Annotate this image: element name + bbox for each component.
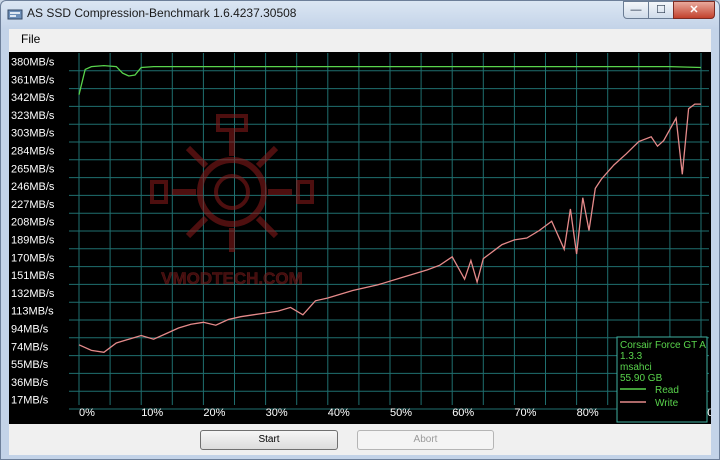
y-tick-label: 323MB/s <box>11 110 55 122</box>
x-tick-label: 70% <box>514 407 536 419</box>
maximize-button[interactable]: ☐ <box>648 1 674 19</box>
y-tick-label: 17MB/s <box>11 395 49 407</box>
legend-driver: msahci <box>620 362 652 373</box>
start-button[interactable]: Start <box>200 430 338 450</box>
x-tick-label: 0% <box>79 407 95 419</box>
y-tick-label: 208MB/s <box>11 217 55 229</box>
y-tick-label: 94MB/s <box>11 324 49 336</box>
legend-write-label: Write <box>655 398 679 409</box>
x-tick-label: 60% <box>452 407 474 419</box>
window-title: AS SSD Compression-Benchmark 1.6.4237.30… <box>27 6 297 20</box>
x-tick-label: 10% <box>141 407 163 419</box>
y-tick-label: 170MB/s <box>11 252 55 264</box>
title-bar[interactable]: AS SSD Compression-Benchmark 1.6.4237.30… <box>1 1 719 27</box>
chart-legend: Corsair Force GT A 1.3.3 msahci 55.90 GB… <box>616 336 708 423</box>
chart-grid <box>69 53 709 410</box>
y-tick-label: 36MB/s <box>11 377 49 389</box>
y-tick-label: 74MB/s <box>11 341 49 353</box>
y-tick-label: 380MB/s <box>11 57 55 69</box>
x-tick-label: 80% <box>577 407 599 419</box>
y-tick-label: 361MB/s <box>11 74 55 86</box>
y-tick-label: 189MB/s <box>11 235 55 247</box>
menu-bar: File <box>9 29 711 49</box>
legend-size: 55.90 GB <box>620 373 663 384</box>
x-tick-label: 30% <box>266 407 288 419</box>
watermark-text: VMODTECH.COM <box>161 269 303 288</box>
y-tick-label: 227MB/s <box>11 199 55 211</box>
legend-device: Corsair Force GT A <box>620 340 706 351</box>
legend-firmware: 1.3.3 <box>620 351 643 362</box>
y-tick-label: 265MB/s <box>11 163 55 175</box>
y-tick-label: 284MB/s <box>11 146 55 158</box>
minimize-button[interactable]: — <box>623 1 649 19</box>
chart-background <box>9 52 711 424</box>
menu-file[interactable]: File <box>21 32 40 46</box>
y-tick-label: 132MB/s <box>11 288 55 300</box>
close-button[interactable]: ✕ <box>673 1 715 19</box>
y-tick-label: 342MB/s <box>11 92 55 104</box>
legend-read-label: Read <box>655 385 679 396</box>
y-tick-label: 113MB/s <box>11 306 54 318</box>
y-tick-label: 303MB/s <box>11 128 55 140</box>
y-tick-label: 55MB/s <box>11 359 49 371</box>
x-tick-label: 40% <box>328 407 350 419</box>
benchmark-chart: 380MB/s 361MB/s 342MB/s 323MB/s 303MB/s 284MB… <box>9 52 711 424</box>
y-tick-label: 151MB/s <box>11 270 55 282</box>
y-tick-label: 246MB/s <box>11 181 55 193</box>
client-area: File 380MB/s 361MB/s 342MB/s 323MB/s 303MB/s… <box>9 29 711 455</box>
x-tick-label: 20% <box>203 407 225 419</box>
x-tick-label: 50% <box>390 407 412 419</box>
abort-button[interactable]: Abort <box>357 430 494 450</box>
app-window: AS SSD Compression-Benchmark 1.6.4237.30… <box>0 0 720 460</box>
app-icon <box>7 9 23 20</box>
